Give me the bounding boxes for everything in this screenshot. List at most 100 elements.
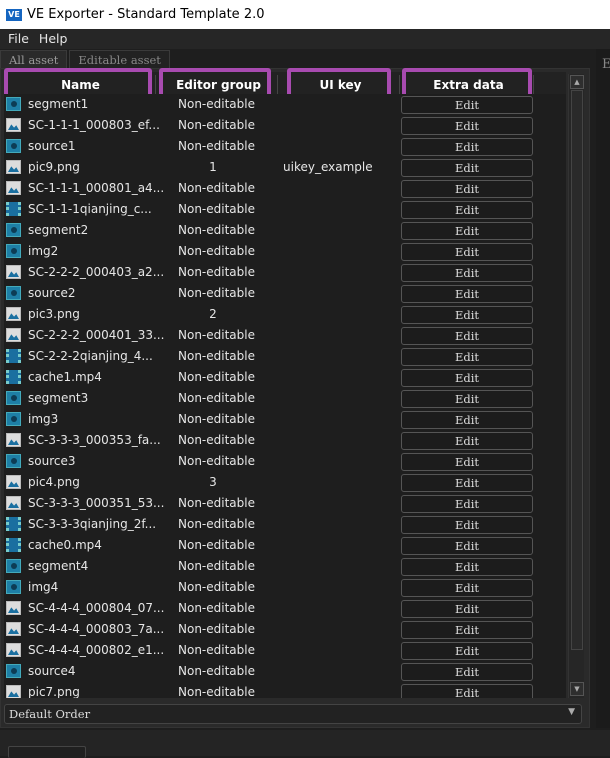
table-row[interactable]: SC-4-4-4_000804_07... Non-editable Edit — [4, 598, 566, 619]
editor-group: 1 — [209, 160, 217, 174]
table-row[interactable]: cache1.mp4 Non-editable Edit — [4, 367, 566, 388]
asset-name: SC-4-4-4_000804_07... — [28, 601, 165, 615]
edit-button[interactable]: Edit — [401, 390, 533, 408]
table-row[interactable]: SC-1-1-1_000803_ef... Non-editable Edit — [4, 115, 566, 136]
edit-button[interactable]: Edit — [401, 579, 533, 597]
editor-group: Non-editable — [178, 118, 255, 132]
table-row[interactable]: source1 Non-editable Edit — [4, 136, 566, 157]
segment-icon — [6, 454, 21, 468]
edit-button[interactable]: Edit — [401, 537, 533, 555]
edit-button[interactable]: Edit — [401, 201, 533, 219]
table-row[interactable]: SC-1-1-1_000801_a4... Non-editable Edit — [4, 178, 566, 199]
edit-button[interactable]: Edit — [401, 495, 533, 513]
edit-button[interactable]: Edit — [401, 516, 533, 534]
asset-name: pic4.png — [28, 475, 80, 489]
asset-name: SC-1-1-1_000803_ef... — [28, 118, 160, 132]
edit-button[interactable]: Edit — [401, 348, 533, 366]
editor-group: Non-editable — [178, 286, 255, 300]
edit-button[interactable]: Edit — [401, 264, 533, 282]
scroll-down-icon[interactable]: ▼ — [570, 682, 584, 696]
image-icon — [6, 601, 21, 615]
table-row[interactable]: segment4 Non-editable Edit — [4, 556, 566, 577]
asset-name: cache1.mp4 — [28, 370, 102, 384]
bottom-area — [0, 730, 610, 758]
edit-button[interactable]: Edit — [401, 159, 533, 177]
bottom-tab[interactable] — [8, 746, 86, 758]
editor-group: Non-editable — [178, 370, 255, 384]
asset-name: img3 — [28, 412, 59, 426]
tab-editable-asset[interactable]: Editable asset — [69, 50, 170, 68]
asset-name: pic7.png — [28, 685, 80, 698]
edit-button[interactable]: Edit — [401, 474, 533, 492]
asset-name: segment4 — [28, 559, 89, 573]
table-row[interactable]: img3 Non-editable Edit — [4, 409, 566, 430]
editor-group: 3 — [209, 475, 217, 489]
table-row[interactable]: SC-2-2-2_000403_a2... Non-editable Edit — [4, 262, 566, 283]
edit-button[interactable]: Edit — [401, 453, 533, 471]
edit-button[interactable]: Edit — [401, 306, 533, 324]
editor-group: Non-editable — [178, 202, 255, 216]
asset-name: img2 — [28, 244, 59, 258]
table-row[interactable]: img2 Non-editable Edit — [4, 241, 566, 262]
edit-button[interactable]: Edit — [401, 285, 533, 303]
table-row[interactable]: pic4.png 3 Edit — [4, 472, 566, 493]
table-row[interactable]: pic7.png Non-editable Edit — [4, 682, 566, 698]
asset-name: SC-3-3-3_000351_53... — [28, 496, 165, 510]
table-row[interactable]: SC-4-4-4_000802_e1... Non-editable Edit — [4, 640, 566, 661]
edit-button[interactable]: Edit — [401, 684, 533, 698]
asset-name: source2 — [28, 286, 76, 300]
menu-file[interactable]: File — [0, 29, 29, 49]
edit-button[interactable]: Edit — [401, 243, 533, 261]
chevron-down-icon: ▼ — [568, 707, 575, 717]
segment-icon — [6, 412, 21, 426]
edit-button[interactable]: Edit — [401, 663, 533, 681]
table-row[interactable]: img4 Non-editable Edit — [4, 577, 566, 598]
tab-all-asset[interactable]: All asset — [0, 50, 68, 68]
table-row[interactable]: source4 Non-editable Edit — [4, 661, 566, 682]
table-row[interactable]: SC-1-1-1qianjing_c... Non-editable Edit — [4, 199, 566, 220]
segment-icon — [6, 223, 21, 237]
table-row[interactable]: cache0.mp4 Non-editable Edit — [4, 535, 566, 556]
menu-bar: File Help — [0, 29, 610, 49]
edit-button[interactable]: Edit — [401, 432, 533, 450]
edit-button[interactable]: Edit — [401, 369, 533, 387]
table-row[interactable]: SC-4-4-4_000803_7a... Non-editable Edit — [4, 619, 566, 640]
edit-button[interactable]: Edit — [401, 180, 533, 198]
table-row[interactable]: segment1 Non-editable Edit — [4, 94, 566, 115]
ui-key: uikey_example — [283, 160, 373, 174]
asset-name: pic9.png — [28, 160, 80, 174]
scroll-up-icon[interactable]: ▲ — [570, 75, 584, 89]
table-row[interactable]: SC-2-2-2_000401_33... Non-editable Edit — [4, 325, 566, 346]
video-icon — [6, 517, 21, 531]
menu-help[interactable]: Help — [31, 29, 68, 49]
table-row[interactable]: source2 Non-editable Edit — [4, 283, 566, 304]
table-row[interactable]: SC-3-3-3_000351_53... Non-editable Edit — [4, 493, 566, 514]
editor-group: Non-editable — [178, 454, 255, 468]
order-select[interactable]: Default Order ▼ — [4, 704, 582, 724]
edit-button[interactable]: Edit — [401, 222, 533, 240]
table-row[interactable]: pic9.png 1 uikey_example Edit — [4, 157, 566, 178]
edit-button[interactable]: Edit — [401, 138, 533, 156]
image-icon — [6, 307, 21, 321]
edit-button[interactable]: Edit — [401, 621, 533, 639]
vertical-scrollbar[interactable]: ▲ ▼ — [568, 74, 584, 698]
table-row[interactable]: SC-3-3-3qianjing_2f... Non-editable Edit — [4, 514, 566, 535]
table-row[interactable]: pic3.png 2 Edit — [4, 304, 566, 325]
video-icon — [6, 202, 21, 216]
scrollbar-thumb[interactable] — [571, 90, 583, 650]
edit-button[interactable]: Edit — [401, 558, 533, 576]
table-row[interactable]: SC-2-2-2qianjing_4... Non-editable Edit — [4, 346, 566, 367]
table-row[interactable]: segment2 Non-editable Edit — [4, 220, 566, 241]
edit-button[interactable]: Edit — [401, 327, 533, 345]
edit-button[interactable]: Edit — [401, 117, 533, 135]
edit-button[interactable]: Edit — [401, 600, 533, 618]
table-row[interactable]: segment3 Non-editable Edit — [4, 388, 566, 409]
image-icon — [6, 433, 21, 447]
image-icon — [6, 265, 21, 279]
edit-button[interactable]: Edit — [401, 96, 533, 114]
table-row[interactable]: SC-3-3-3_000353_fa... Non-editable Edit — [4, 430, 566, 451]
edit-button[interactable]: Edit — [401, 642, 533, 660]
editor-group: Non-editable — [178, 265, 255, 279]
table-row[interactable]: source3 Non-editable Edit — [4, 451, 566, 472]
edit-button[interactable]: Edit — [401, 411, 533, 429]
